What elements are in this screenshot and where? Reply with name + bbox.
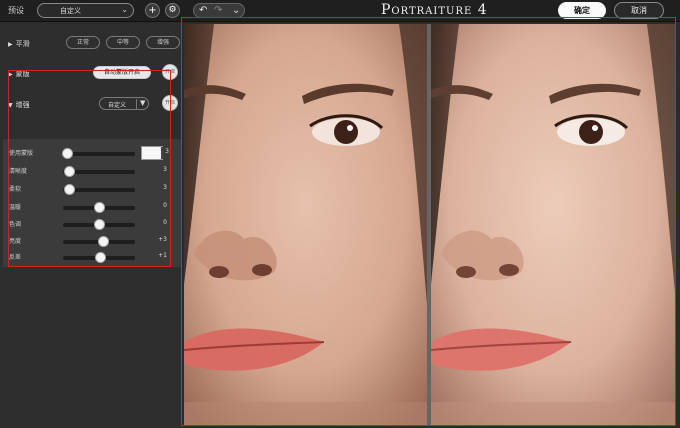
slider-knob[interactable] [95, 252, 107, 263]
smooth-header[interactable]: ▶ 平滑 [8, 39, 30, 49]
before-image [184, 24, 427, 426]
enhance-toggle[interactable]: 开启 [162, 95, 178, 111]
chevron-down-icon: ⌄ [121, 5, 128, 14]
smooth-strong-button[interactable]: 增强 [146, 36, 180, 49]
collapse-triangle-icon: ▼ [8, 102, 13, 109]
slider-row: 温暖 0 [3, 199, 181, 215]
mask-label: 蒙版 [15, 70, 30, 78]
enhance-section: ▼ 增强 自定义 ▼ 开启 [0, 95, 182, 125]
slider-value: 3 [165, 148, 169, 155]
enhance-label: 增强 [15, 101, 30, 109]
preset-value: 自定义 [60, 7, 81, 15]
settings-panel: ▶ 平滑 正常 中等 增强 ▶ 蒙版 自动蒙版开启 开启 ▼ 增强 自定义 ▼ 开启 … [0, 23, 182, 428]
smooth-normal-button[interactable]: 正常 [66, 36, 100, 49]
ok-button[interactable]: 确定 [558, 2, 606, 19]
slider-label: 温暖 [9, 204, 22, 211]
expand-triangle-icon: ▶ [8, 71, 13, 78]
undo-icon[interactable]: ↶ [199, 4, 207, 17]
add-preset-button[interactable]: + [145, 3, 160, 18]
split-divider[interactable] [427, 24, 431, 426]
slider-label: 亮度 [9, 238, 22, 245]
before-after-preview [184, 24, 676, 426]
chevron-down-icon[interactable]: ⌄ [232, 4, 240, 17]
slider-value: +3 [158, 236, 167, 243]
dropdown-separator [136, 99, 137, 109]
slider-label: 柔软 [9, 186, 22, 193]
gear-icon: ⚙ [168, 5, 177, 15]
slider-row: 柔软 3 [3, 181, 181, 197]
app-title: Portraiture 4 [381, 2, 488, 18]
preset-dropdown[interactable]: 自定义 ⌄ [37, 3, 134, 18]
slider-label: 使用蒙版 [9, 150, 34, 157]
enhance-header[interactable]: ▼ 增强 [8, 100, 30, 110]
settings-button[interactable]: ⚙ [165, 3, 180, 18]
slider-row: 色调 0 [3, 216, 181, 232]
enhance-sliders: 使用蒙版 3 清晰度 3 柔软 3 温暖 0 色调 0 亮度 +3 反差 +1 [3, 139, 181, 267]
slider-value: +1 [158, 252, 167, 259]
plus-icon: + [148, 5, 157, 16]
slider-row: 使用蒙版 3 [3, 145, 181, 161]
slider-knob[interactable] [94, 202, 105, 213]
slider-knob[interactable] [94, 219, 105, 230]
after-image [430, 24, 676, 426]
slider-row: 清晰度 3 [3, 163, 181, 179]
slider-label: 反差 [9, 254, 22, 261]
mask-section: ▶ 蒙版 自动蒙版开启 开启 [0, 64, 182, 94]
slider-row: 亮度 +3 [3, 233, 181, 249]
top-toolbar: 预设 自定义 ⌄ + ⚙ ↶ ↷ ⌄ Portraiture 4 确定 取消 [0, 0, 680, 22]
smooth-section: ▶ 平滑 正常 中等 增强 [0, 35, 182, 65]
slider-value: 3 [163, 166, 167, 173]
slider-row: 反差 +1 [3, 249, 181, 265]
slider-knob[interactable] [63, 166, 75, 177]
portraiture-window: 预设 自定义 ⌄ + ⚙ ↶ ↷ ⌄ Portraiture 4 确定 取消 ▶… [0, 0, 680, 428]
preset-label: 预设 [8, 6, 24, 15]
mask-header[interactable]: ▶ 蒙版 [8, 69, 30, 79]
expand-triangle-icon: ▶ [8, 41, 13, 48]
history-controls: ↶ ↷ ⌄ [193, 3, 245, 18]
slider-track[interactable] [63, 152, 135, 156]
auto-mask-button[interactable]: 自动蒙版开启 [93, 66, 151, 79]
slider-label: 色调 [9, 221, 22, 228]
caret-down-icon: ▼ [140, 99, 146, 107]
slider-value: 0 [163, 219, 167, 226]
slider-value: 0 [163, 202, 167, 209]
enhance-preset-value: 自定义 [108, 102, 127, 109]
cancel-button[interactable]: 取消 [614, 2, 664, 19]
slider-knob[interactable] [98, 236, 110, 247]
redo-icon[interactable]: ↷ [214, 4, 222, 17]
slider-label: 清晰度 [9, 168, 28, 175]
slider-knob[interactable] [63, 184, 75, 195]
slider-knob[interactable] [61, 148, 73, 159]
preview-area [184, 24, 676, 426]
enhance-preset-dropdown[interactable]: 自定义 ▼ [99, 97, 149, 110]
mask-toggle[interactable]: 开启 [162, 64, 178, 80]
smooth-medium-button[interactable]: 中等 [106, 36, 140, 49]
slider-value: 3 [163, 184, 167, 191]
smooth-label: 平滑 [15, 40, 30, 48]
